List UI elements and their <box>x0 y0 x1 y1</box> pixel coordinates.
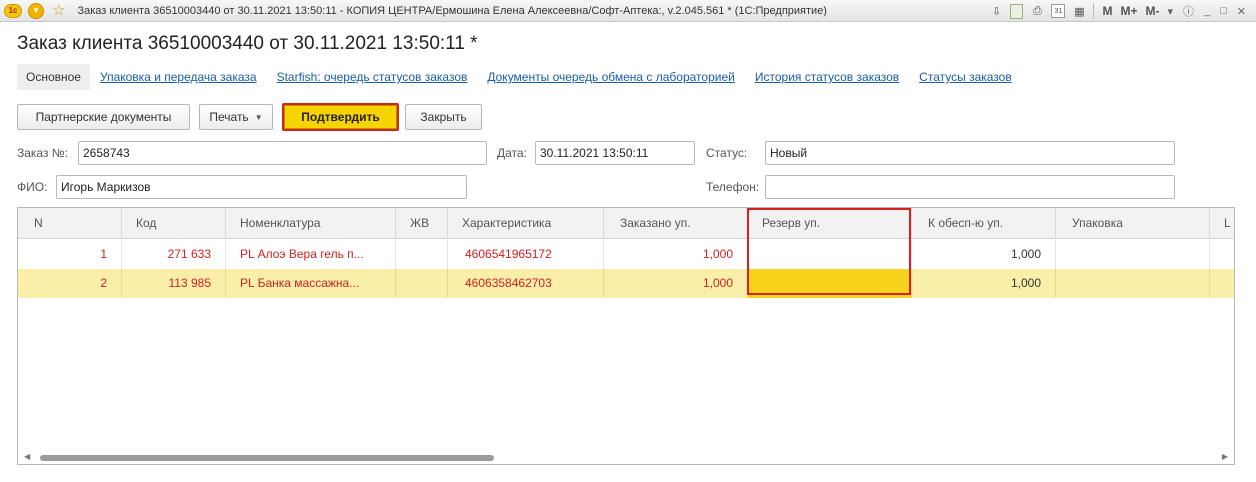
attach-icon[interactable]: ⇩ <box>988 3 1004 19</box>
memory-minus-button[interactable]: M- <box>1145 4 1159 18</box>
col-extra[interactable]: L <box>1210 208 1234 239</box>
toolbar-divider <box>1093 3 1095 19</box>
phone-field[interactable] <box>765 175 1175 199</box>
confirm-button[interactable]: Подтвердить <box>282 103 399 131</box>
col-ordered[interactable]: Заказано уп. <box>604 208 748 239</box>
phone-label: Телефон: <box>706 180 760 194</box>
memory-plus-button[interactable]: M+ <box>1120 4 1137 18</box>
tab-packaging[interactable]: Упаковка и передача заказа <box>100 70 257 84</box>
table-row-selected[interactable]: 2 113 985 PL Банка массажна... 460635846… <box>18 269 1234 298</box>
tab-order-statuses[interactable]: Статусы заказов <box>919 70 1012 84</box>
cell-to-provide: 1,000 <box>912 240 1056 269</box>
col-nomenclature[interactable]: Номенклатура <box>226 208 396 239</box>
main-menu-icon[interactable]: ▼ <box>28 2 44 19</box>
cell-characteristic: 4606358462703 <box>448 269 604 298</box>
status-field[interactable]: Новый <box>765 141 1175 165</box>
cell-packaging <box>1056 240 1210 269</box>
title-bar: 1с ▼ ☆ Заказ клиента 36510003440 от 30.1… <box>0 0 1256 22</box>
calculator-icon[interactable]: ▦ <box>1071 3 1087 19</box>
tab-status-history[interactable]: История статусов заказов <box>755 70 899 84</box>
cell-characteristic: 4606541965172 <box>448 240 604 269</box>
cell-ordered: 1,000 <box>604 269 748 298</box>
chevron-down-icon: ▼ <box>254 112 263 122</box>
tab-lab-exchange[interactable]: Документы очередь обмена с лабораторией <box>487 70 734 84</box>
date-field[interactable]: 30.11.2021 13:50:11 <box>535 141 695 165</box>
close-window-icon[interactable]: ✕ <box>1237 5 1246 18</box>
order-items-table[interactable]: N Код Номенклатура ЖВ Характеристика Зак… <box>17 207 1235 465</box>
cell-reserve[interactable] <box>748 240 912 269</box>
cell-zhv <box>396 240 448 269</box>
cell-to-provide: 1,000 <box>912 269 1056 298</box>
tab-starfish-queue[interactable]: Starfish: очередь статусов заказов <box>277 70 468 84</box>
info-icon[interactable]: ⓘ <box>1183 3 1194 19</box>
horizontal-scrollbar[interactable]: ◀ ▶ <box>18 450 1234 464</box>
order-number-label: Заказ №: <box>17 146 69 160</box>
more-icon[interactable]: ▾ <box>1167 5 1173 18</box>
favorite-star-icon[interactable]: ☆ <box>52 3 65 18</box>
cell-nomenclature: PL Банка массажна... <box>226 269 396 298</box>
col-to-provide[interactable]: К обесп-ю уп. <box>912 208 1056 239</box>
date-label: Дата: <box>497 146 527 160</box>
cell-reserve-focused[interactable] <box>748 269 912 298</box>
form-tabs: Основное Упаковка и передача заказа Star… <box>17 63 1022 91</box>
close-label: Закрыть <box>420 110 467 124</box>
partner-documents-label: Партнерские документы <box>35 110 172 124</box>
scrollbar-thumb[interactable] <box>40 455 494 461</box>
col-zhv[interactable]: ЖВ <box>396 208 448 239</box>
col-characteristic[interactable]: Характеристика <box>448 208 604 239</box>
print-icon[interactable]: ⎙ <box>1029 3 1045 19</box>
maximize-icon[interactable]: □ <box>1220 5 1227 17</box>
cell-ordered: 1,000 <box>604 240 748 269</box>
tab-main[interactable]: Основное <box>17 64 90 90</box>
cell-nomenclature: PL Алоэ Вера гель п... <box>226 240 396 269</box>
minimize-icon[interactable]: _ <box>1204 5 1210 17</box>
close-button[interactable]: Закрыть <box>405 104 482 130</box>
print-label: Печать <box>209 110 249 124</box>
page-title: Заказ клиента 36510003440 от 30.11.2021 … <box>17 33 478 54</box>
document-icon[interactable] <box>1010 3 1024 19</box>
cell-code: 113 985 <box>122 269 226 298</box>
partner-documents-button[interactable]: Партнерские документы <box>17 104 190 130</box>
col-reserve[interactable]: Резерв уп. <box>748 208 912 239</box>
order-number-field[interactable]: 2658743 <box>78 141 487 165</box>
1c-logo-icon: 1с <box>4 3 22 18</box>
table-header: N Код Номенклатура ЖВ Характеристика Зак… <box>18 208 1234 239</box>
fio-label: ФИО: <box>17 180 48 194</box>
print-button[interactable]: Печать ▼ <box>199 104 273 130</box>
col-n[interactable]: N <box>18 208 122 239</box>
cell-packaging <box>1056 269 1210 298</box>
calendar-icon[interactable]: 31 <box>1051 4 1066 18</box>
window-title: Заказ клиента 36510003440 от 30.11.2021 … <box>77 4 827 17</box>
cell-code: 271 633 <box>122 240 226 269</box>
memory-button[interactable]: M <box>1102 4 1112 18</box>
fio-field[interactable]: Игорь Маркизов <box>56 175 467 199</box>
cell-n: 2 <box>18 269 122 298</box>
scroll-right-icon[interactable]: ▶ <box>1222 452 1228 461</box>
col-code[interactable]: Код <box>122 208 226 239</box>
cell-zhv <box>396 269 448 298</box>
confirm-label: Подтвердить <box>301 110 380 124</box>
cell-n: 1 <box>18 240 122 269</box>
scroll-left-icon[interactable]: ◀ <box>24 452 30 461</box>
status-label: Статус: <box>706 146 748 160</box>
table-row[interactable]: 1 271 633 PL Алоэ Вера гель п... 4606541… <box>18 240 1234 269</box>
col-packaging[interactable]: Упаковка <box>1056 208 1210 239</box>
